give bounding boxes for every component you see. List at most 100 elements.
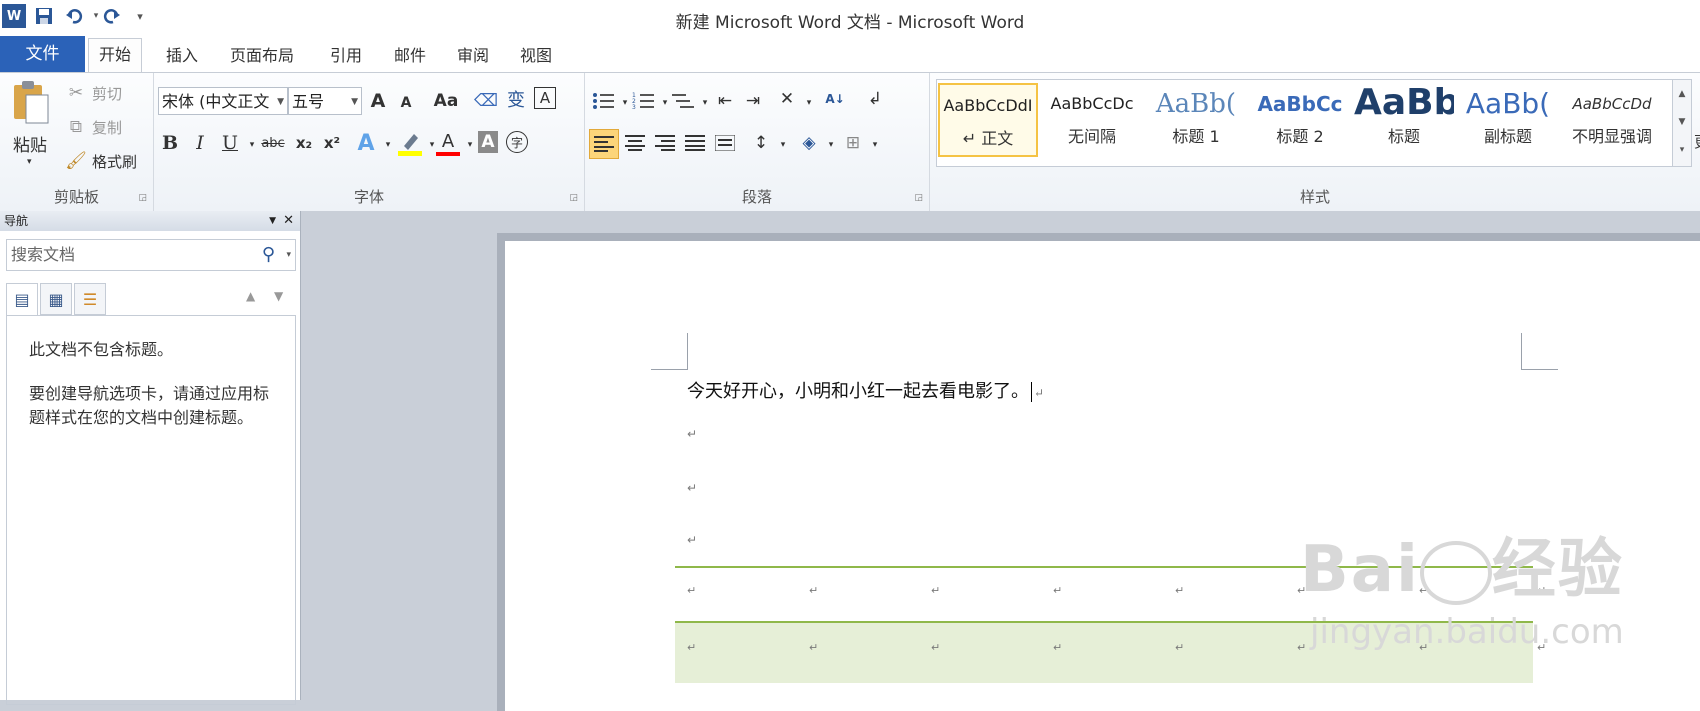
- bold-button[interactable]: B: [158, 131, 182, 155]
- navigation-pane-body: 此文档不包含标题。 要创建导航选项卡，请通过应用标题样式在您的文档中创建标题。: [6, 315, 296, 705]
- text-effect-icon[interactable]: A: [354, 131, 378, 156]
- style-heading-2[interactable]: AaBbCc 标题 2: [1250, 83, 1350, 157]
- paragraph-mark: ↵: [687, 533, 698, 547]
- cut-button[interactable]: 剪切: [92, 83, 122, 104]
- svg-text:3: 3: [632, 104, 636, 111]
- cell-mark: ↵: [1175, 641, 1185, 654]
- document-text: 今天好开心，小明和小红一起去看电影了。: [687, 381, 1029, 402]
- line-spacing-icon[interactable]: ↕: [749, 131, 773, 155]
- copy-icon: ⧉: [69, 117, 83, 137]
- baidu-watermark-logo: Bai 经验: [1300, 533, 1624, 607]
- subscript-button[interactable]: x₂: [292, 131, 316, 155]
- search-icon[interactable]: ⚲: [262, 240, 275, 270]
- show-marks-icon[interactable]: ↲: [863, 87, 887, 111]
- tab-file[interactable]: 文件: [0, 36, 85, 72]
- text-direction-dropdown-icon[interactable]: ▾: [797, 91, 821, 115]
- font-size-combo[interactable]: 五号 ▼: [288, 87, 362, 115]
- shading-icon[interactable]: ◈: [797, 131, 821, 155]
- strikethrough-button[interactable]: abc: [258, 131, 288, 155]
- style-sample: AaBb(: [1155, 89, 1237, 119]
- align-left-button[interactable]: [589, 129, 619, 159]
- line-spacing-dropdown-icon[interactable]: ▾: [771, 133, 795, 157]
- decrease-indent-icon[interactable]: ⇤: [713, 89, 737, 113]
- bullets-icon[interactable]: [591, 89, 615, 113]
- superscript-button[interactable]: x²: [320, 131, 344, 155]
- clipboard-launcher-icon[interactable]: ◲: [138, 193, 147, 203]
- browse-headings-tab[interactable]: ▤: [6, 283, 38, 315]
- styles-scroll[interactable]: ▲ ▼ ▾: [1672, 79, 1692, 167]
- search-options-icon[interactable]: ▾: [286, 240, 291, 270]
- chevron-down-icon: ▼: [277, 97, 284, 107]
- tab-references[interactable]: 引用: [320, 42, 372, 70]
- paste-label: 粘贴: [13, 136, 47, 156]
- borders-dropdown-icon[interactable]: ▾: [863, 133, 887, 157]
- change-case-icon[interactable]: Aa: [428, 89, 464, 113]
- char-border-icon[interactable]: A: [534, 87, 556, 109]
- borders-icon[interactable]: ⊞: [841, 131, 865, 155]
- paste-button[interactable]: 粘贴 ▾: [10, 79, 54, 189]
- paragraph-mark: ↵: [687, 481, 698, 495]
- font-name-combo[interactable]: 宋体 (中文正文 ▼: [158, 87, 288, 115]
- style-title[interactable]: AaBb 标题: [1354, 83, 1454, 157]
- shading-dropdown-icon[interactable]: ▾: [819, 133, 843, 157]
- cell-mark: ↵: [931, 584, 941, 597]
- align-right-button[interactable]: [653, 131, 677, 155]
- tab-page-layout[interactable]: 页面布局: [220, 42, 304, 70]
- font-launcher-icon[interactable]: ◲: [569, 193, 578, 203]
- numbering-icon[interactable]: 123: [631, 89, 655, 113]
- cell-mark: ↵: [1297, 641, 1307, 654]
- style-no-spacing[interactable]: AaBbCcDc 无间隔: [1042, 83, 1142, 157]
- text-cursor: [1031, 382, 1032, 402]
- create-headings-hint: 要创建导航选项卡，请通过应用标题样式在您的文档中创建标题。: [29, 384, 270, 427]
- font-color-icon[interactable]: A: [436, 129, 460, 157]
- enclose-char-icon[interactable]: 字: [506, 131, 528, 153]
- style-subtle-emphasis[interactable]: AaBbCcDd 不明显强调: [1562, 83, 1662, 157]
- previous-icon[interactable]: ▲: [246, 289, 255, 303]
- paste-dropdown-icon[interactable]: ▾: [27, 157, 32, 167]
- tab-home[interactable]: 开始: [88, 38, 143, 73]
- phonetic-guide-icon[interactable]: 变: [504, 87, 528, 111]
- clear-format-icon[interactable]: ⌫: [474, 89, 498, 113]
- copy-button[interactable]: 复制: [92, 117, 122, 138]
- increase-indent-icon[interactable]: ⇥: [741, 89, 765, 113]
- underline-button[interactable]: U: [218, 131, 242, 155]
- browse-results-tab[interactable]: ☰: [74, 283, 106, 315]
- tab-insert[interactable]: 插入: [156, 42, 208, 70]
- browse-pages-tab[interactable]: ▦: [40, 283, 72, 315]
- align-center-button[interactable]: [623, 131, 647, 155]
- justify-button[interactable]: [683, 131, 707, 155]
- cell-mark: ↵: [931, 641, 941, 654]
- style-subtitle[interactable]: AaBb( 副标题: [1458, 83, 1558, 157]
- tab-review[interactable]: 审阅: [447, 42, 499, 70]
- cell-mark: ↵: [687, 584, 697, 597]
- text-direction-icon[interactable]: ✕: [775, 87, 799, 111]
- document-line-1[interactable]: 今天好开心，小明和小红一起去看电影了。 ↵: [687, 377, 1044, 403]
- shrink-font-icon[interactable]: A: [394, 91, 418, 115]
- italic-button[interactable]: I: [188, 131, 212, 155]
- style-name: 副标题: [1483, 127, 1532, 146]
- paragraph-launcher-icon[interactable]: ◲: [914, 193, 923, 203]
- tab-mailings[interactable]: 邮件: [384, 42, 436, 70]
- highlight-icon[interactable]: [398, 129, 422, 157]
- next-icon[interactable]: ▼: [274, 289, 283, 303]
- scissors-icon: ✂: [68, 83, 84, 103]
- style-heading-1[interactable]: AaBb( 标题 1: [1146, 83, 1246, 157]
- style-name: 标题 1: [1172, 127, 1220, 146]
- styles-group: AaBbCcDdI ↵ 正文 AaBbCcDc 无间隔 AaBb( 标题 1 A…: [930, 73, 1700, 211]
- char-shading-icon[interactable]: A: [478, 131, 498, 153]
- style-normal[interactable]: AaBbCcDdI ↵ 正文: [938, 83, 1038, 157]
- multilevel-list-icon[interactable]: [671, 89, 695, 113]
- format-painter-button[interactable]: 格式刷: [92, 151, 137, 172]
- text-effect-dropdown-icon[interactable]: ▾: [376, 133, 400, 157]
- paragraph-mark: ↵: [687, 427, 698, 441]
- change-styles-label[interactable]: 更: [1694, 131, 1700, 152]
- distributed-button[interactable]: [713, 131, 737, 155]
- close-icon[interactable]: ✕: [283, 211, 294, 231]
- format-painter-icon: 🖌: [65, 151, 87, 171]
- style-name: 标题: [1387, 127, 1420, 146]
- sort-icon[interactable]: A↓: [823, 87, 847, 111]
- grow-font-icon[interactable]: A: [366, 89, 390, 113]
- tab-view[interactable]: 视图: [510, 42, 562, 70]
- pane-options-icon[interactable]: ▼: [269, 211, 276, 231]
- search-input[interactable]: 搜索文档 ⚲ ▾: [6, 239, 296, 271]
